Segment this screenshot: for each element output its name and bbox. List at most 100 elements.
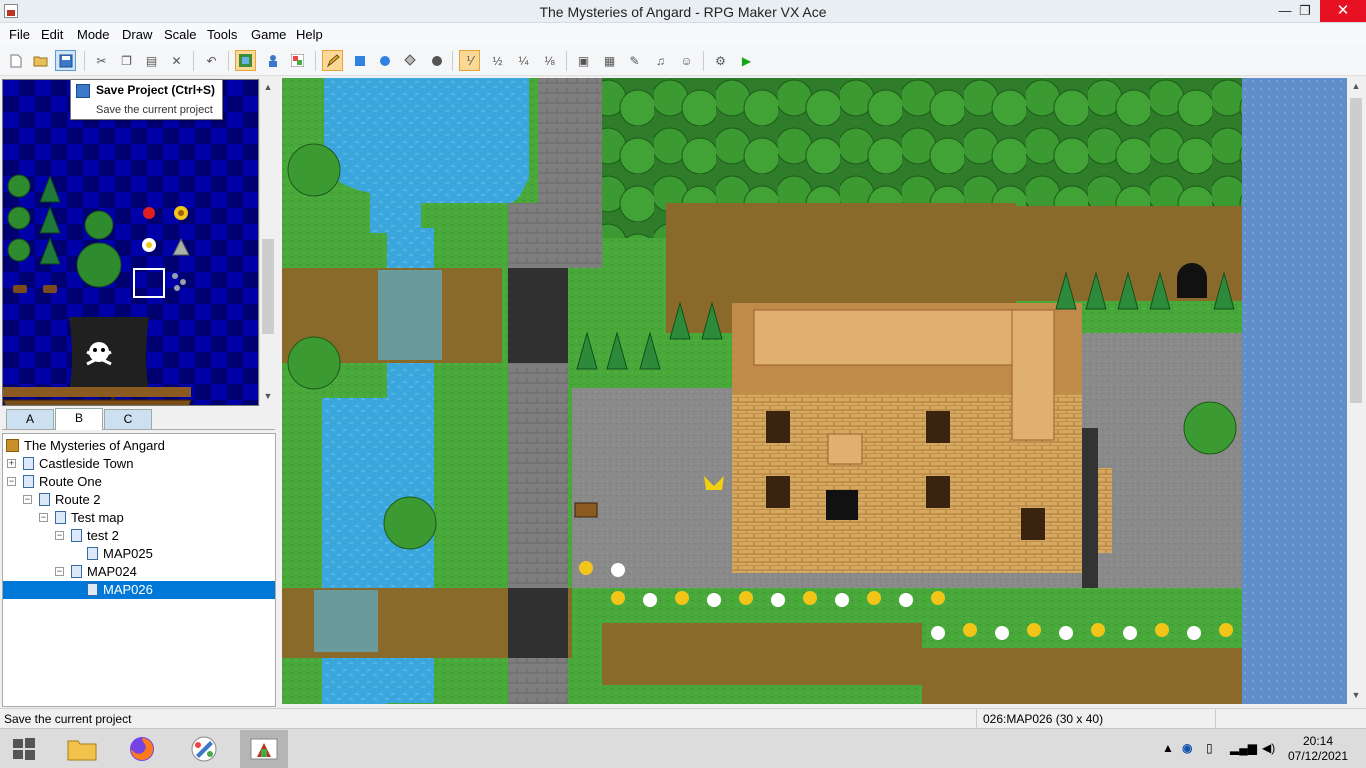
flood-fill-icon[interactable] — [399, 50, 420, 71]
ellipse-icon[interactable] — [374, 50, 395, 71]
event-mode-icon[interactable] — [262, 50, 283, 71]
tree-item-label: Test map — [71, 510, 124, 525]
tree-item-test-map[interactable]: Test map — [55, 509, 124, 527]
undo-icon[interactable]: ↶ — [201, 50, 222, 71]
tree-item-map025[interactable]: MAP025 — [87, 545, 153, 563]
maximize-button[interactable]: ❐ — [1290, 0, 1320, 22]
map-icon — [71, 565, 82, 578]
windows-icon — [13, 738, 35, 760]
resource-manager-icon[interactable]: ▦ — [599, 50, 620, 71]
expand-icon[interactable]: + — [7, 459, 16, 468]
scroll-up-icon[interactable]: ▲ — [260, 82, 276, 92]
save-tooltip: Save Project (Ctrl+S) Save the current p… — [70, 79, 223, 120]
open-project-icon[interactable] — [30, 50, 51, 71]
shadow-pen-icon[interactable] — [426, 50, 447, 71]
script-editor-icon[interactable]: ✎ — [624, 50, 645, 71]
settings-icon[interactable]: ⚙ — [710, 50, 731, 71]
menu-tools[interactable]: Tools — [207, 27, 237, 42]
map-icon — [87, 547, 98, 560]
map-icon — [55, 511, 66, 524]
database-icon[interactable]: ▣ — [573, 50, 594, 71]
map-vertical-scrollbar[interactable]: ▲ ▼ — [1348, 78, 1364, 704]
toolbar: ✂ ❐ ▤ ✕ ↶ ⅟ ½ ¼ ⅛ ▣ ▦ ✎ ♫ ☺ ⚙ ▶ — [0, 45, 1366, 76]
tree-item-castleside-town[interactable]: Castleside Town — [23, 455, 133, 473]
rpg-maker-taskbar[interactable] — [240, 730, 288, 768]
map-icon — [87, 583, 98, 596]
tree-item-test-2[interactable]: test 2 — [71, 527, 119, 545]
status-bar: Save the current project 026:MAP026 (30 … — [0, 708, 1366, 728]
delete-icon[interactable]: ✕ — [166, 50, 187, 71]
copy-icon[interactable]: ❐ — [116, 50, 137, 71]
file-explorer-taskbar[interactable] — [58, 730, 106, 768]
menu-draw[interactable]: Draw — [122, 27, 152, 42]
tree-item-map024[interactable]: MAP024 — [71, 563, 137, 581]
scroll-up-icon[interactable]: ▲ — [1348, 81, 1364, 91]
clock-time: 20:14 — [1302, 734, 1334, 748]
taskbar-clock[interactable]: 20:14 07/12/2021 — [1282, 734, 1354, 764]
scale-1-2-icon[interactable]: ½ — [487, 50, 508, 71]
tray-app-icon[interactable]: ◉ — [1182, 741, 1192, 755]
map-scene — [282, 78, 1347, 704]
map-scroll-thumb[interactable] — [1350, 98, 1362, 403]
sound-test-icon[interactable]: ♫ — [650, 50, 671, 71]
pencil-icon[interactable] — [322, 50, 343, 71]
paint-taskbar[interactable] — [180, 730, 228, 768]
map-canvas[interactable] — [282, 78, 1347, 704]
tree-item-map026[interactable]: MAP026 — [3, 581, 275, 599]
menu-scale[interactable]: Scale — [164, 27, 197, 42]
map-icon — [71, 529, 82, 542]
map-icon — [23, 457, 34, 470]
paint-icon — [191, 736, 217, 762]
map-mode-icon[interactable] — [235, 50, 256, 71]
tooltip-description: Save the current project — [96, 104, 213, 116]
tree-item-label: MAP024 — [87, 564, 137, 579]
rectangle-icon[interactable] — [349, 50, 370, 71]
collapse-icon[interactable]: − — [23, 495, 32, 504]
menu-file[interactable]: File — [9, 27, 30, 42]
collapse-icon[interactable]: − — [55, 567, 64, 576]
scale-1-4-icon[interactable]: ¼ — [513, 50, 534, 71]
new-project-icon[interactable] — [5, 50, 26, 71]
menu-help[interactable]: Help — [296, 27, 323, 42]
network-icon[interactable]: ▂▄▆ — [1230, 741, 1257, 755]
save-project-icon[interactable] — [55, 50, 76, 71]
tileset-tiles — [3, 174, 192, 405]
tileset-scroll-thumb[interactable] — [262, 239, 274, 334]
menu-edit[interactable]: Edit — [41, 27, 63, 42]
firefox-taskbar[interactable] — [118, 730, 166, 768]
scale-1-8-icon[interactable]: ⅛ — [539, 50, 560, 71]
tileset-palette[interactable] — [2, 79, 259, 406]
tree-item-label: Castleside Town — [39, 456, 134, 471]
scroll-down-icon[interactable]: ▼ — [1348, 690, 1364, 700]
status-map-info: 026:MAP026 (30 x 40) — [976, 709, 1216, 728]
save-icon — [76, 84, 90, 98]
volume-icon[interactable]: ◀) — [1262, 741, 1275, 755]
start-button[interactable] — [0, 730, 48, 768]
tab-b[interactable]: B — [55, 408, 103, 430]
collapse-icon[interactable]: − — [7, 477, 16, 486]
tileset-scrollbar[interactable]: ▲ ▼ — [259, 79, 275, 406]
clock-date: 07/12/2021 — [1287, 749, 1349, 763]
tree-item-route-2[interactable]: Route 2 — [39, 491, 101, 509]
cut-icon[interactable]: ✂ — [91, 50, 112, 71]
title-bar: The Mysteries of Angard - RPG Maker VX A… — [0, 0, 1366, 23]
scale-1-1-icon[interactable]: ⅟ — [459, 50, 480, 71]
tab-a[interactable]: A — [6, 409, 54, 429]
tray-chevron-icon[interactable]: ▲ — [1162, 741, 1174, 755]
battery-icon[interactable]: ▯ — [1206, 741, 1213, 755]
collapse-icon[interactable]: − — [39, 513, 48, 522]
tree-item-route-one[interactable]: Route One — [23, 473, 102, 491]
tab-c[interactable]: C — [104, 409, 152, 429]
menu-game[interactable]: Game — [251, 27, 286, 42]
firefox-icon — [130, 737, 154, 761]
paste-icon[interactable]: ▤ — [141, 50, 162, 71]
playtest-icon[interactable]: ▶ — [736, 50, 757, 71]
scroll-down-icon[interactable]: ▼ — [260, 391, 276, 401]
menu-mode[interactable]: Mode — [77, 27, 110, 42]
collapse-icon[interactable]: − — [55, 531, 64, 540]
close-button[interactable]: ✕ — [1320, 0, 1366, 22]
tree-item-label: test 2 — [87, 528, 119, 543]
tree-project[interactable]: The Mysteries of Angard — [6, 437, 165, 455]
character-generator-icon[interactable]: ☺ — [676, 50, 697, 71]
region-mode-icon[interactable] — [287, 50, 308, 71]
